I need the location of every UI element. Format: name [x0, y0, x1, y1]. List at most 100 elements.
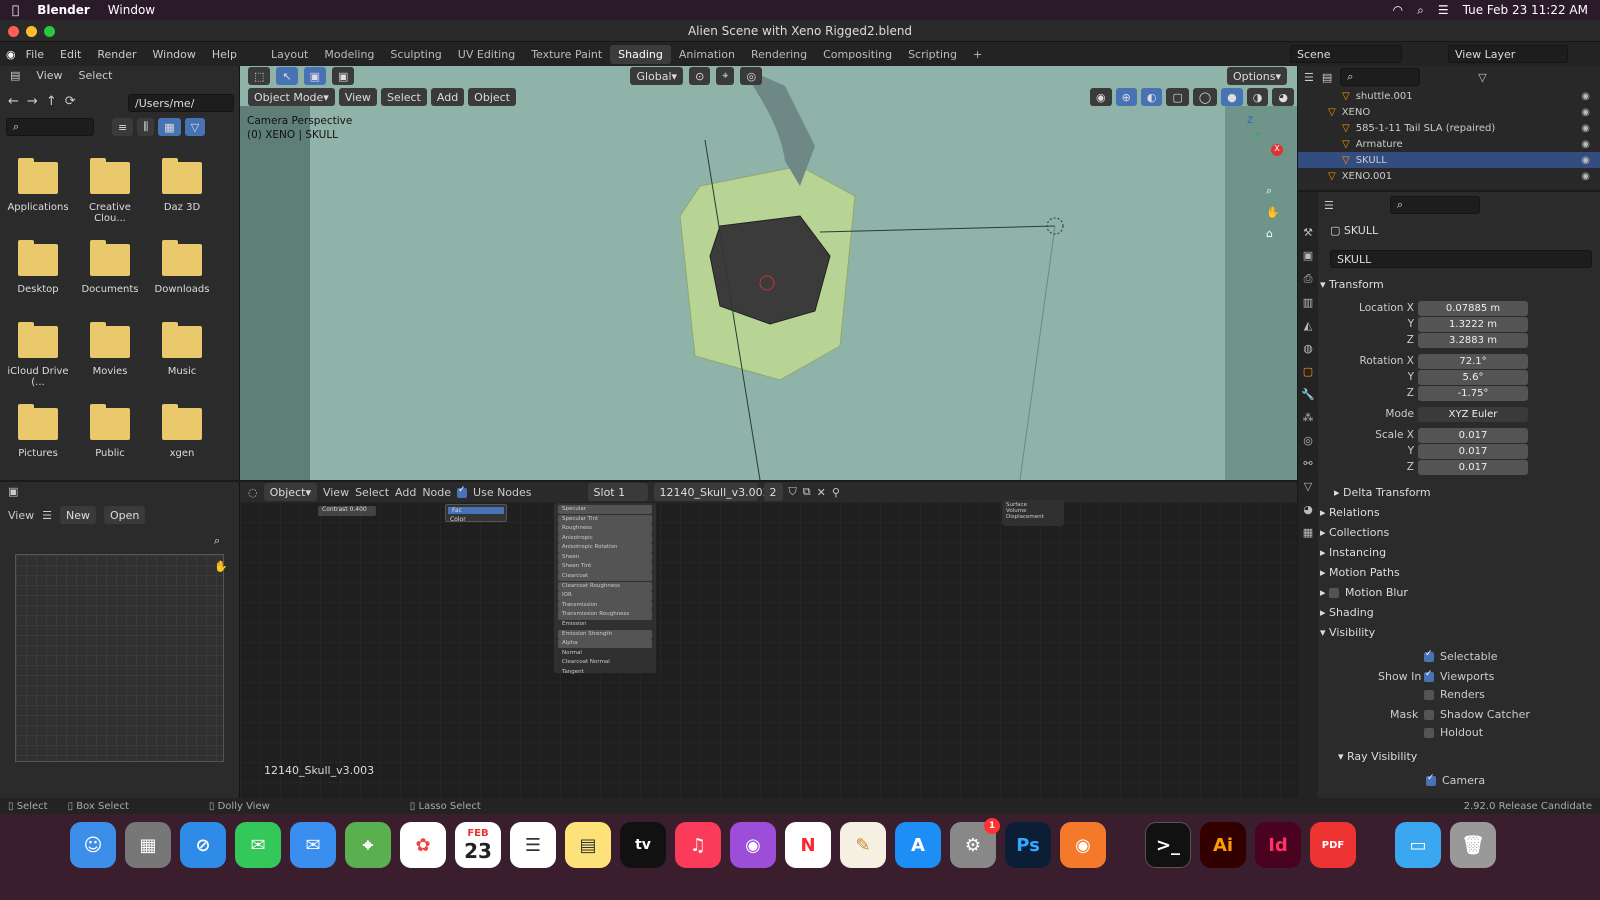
xray-icon[interactable]: ▢: [1166, 88, 1189, 106]
close-window-button[interactable]: [8, 26, 19, 37]
outliner-item[interactable]: ▽ 585-1-11 Tail SLA (repaired) ◉: [1298, 120, 1600, 136]
path-field[interactable]: /Users/me/: [128, 94, 234, 112]
collections-panel[interactable]: ▸ Collections: [1320, 526, 1389, 539]
fake-user-icon[interactable]: ⛉: [789, 485, 797, 499]
shader-type-dropdown[interactable]: Object ▾: [263, 483, 317, 501]
editor-type-icon[interactable]: ☰: [1324, 199, 1334, 212]
zoom-icon[interactable]: ⌕: [214, 534, 220, 548]
motion-blur-checkbox[interactable]: [1329, 588, 1340, 598]
viewports-checkbox[interactable]: Viewports: [1424, 669, 1494, 683]
viewport-view-menu[interactable]: View: [338, 88, 377, 106]
wifi-icon[interactable]: ◠: [1393, 3, 1403, 17]
node-select-menu[interactable]: Select: [355, 486, 389, 499]
filter-icon[interactable]: ▽: [1478, 71, 1486, 84]
app-store-icon[interactable]: A: [895, 822, 941, 868]
bsdf-input-row[interactable]: Anisotropic: [558, 533, 652, 544]
texture-tab-icon[interactable]: ▦: [1303, 526, 1313, 539]
outliner-search-input[interactable]: ⌕: [1340, 68, 1421, 86]
menubar-app-name[interactable]: Blender: [37, 3, 90, 17]
menu-help[interactable]: Help: [212, 48, 237, 61]
pan-hand-icon[interactable]: ✋: [214, 560, 228, 573]
principled-bsdf-node[interactable]: Specular Specular Tint Roughness Anisotropi…: [553, 502, 657, 675]
downloads-stack-icon[interactable]: ▭: [1395, 822, 1441, 868]
folder-item[interactable]: Creative Clou...: [74, 158, 146, 224]
camera-ray-checkbox[interactable]: Camera: [1426, 773, 1485, 787]
pan-hand-icon[interactable]: ✋: [1266, 206, 1280, 219]
folder-item[interactable]: Downloads: [146, 240, 218, 295]
menubar-clock[interactable]: Tue Feb 23 11:22 AM: [1463, 3, 1588, 17]
pivot-icon[interactable]: ⊙: [689, 67, 711, 85]
tab-uv-editing[interactable]: UV Editing: [450, 45, 523, 64]
apple-tv-icon[interactable]: tv: [620, 822, 666, 868]
news-icon[interactable]: N: [785, 822, 831, 868]
minimize-window-button[interactable]: [26, 26, 37, 37]
visibility-eye-icon[interactable]: ◉: [1581, 171, 1590, 182]
podcasts-icon[interactable]: ◉: [730, 822, 776, 868]
folder-item[interactable]: Music: [146, 322, 218, 377]
viewport-object-menu[interactable]: Object: [468, 88, 516, 106]
mail-icon[interactable]: ✉: [290, 822, 336, 868]
folder-item[interactable]: Applications: [2, 158, 74, 213]
pages-icon[interactable]: ✎: [840, 822, 886, 868]
messages-icon[interactable]: ✉: [235, 822, 281, 868]
bsdf-input-row[interactable]: IOR: [558, 591, 652, 601]
folder-item[interactable]: Public: [74, 404, 146, 459]
scale-y-field[interactable]: 0.017: [1418, 443, 1528, 459]
wireframe-shading-icon[interactable]: ◯: [1192, 88, 1218, 106]
editor-type-icon[interactable]: ▤: [10, 69, 20, 82]
gizmo-z-axis[interactable]: Z: [1247, 116, 1253, 126]
selectable-checkbox[interactable]: Selectable: [1424, 649, 1497, 663]
zoom-icon[interactable]: ⌕: [1266, 184, 1280, 198]
bsdf-input-row[interactable]: Transmission: [558, 600, 652, 611]
rotation-x-field[interactable]: 72.1°: [1418, 353, 1528, 369]
render-tab-icon[interactable]: ▣: [1303, 249, 1313, 262]
pdf-expert-icon[interactable]: PDF: [1310, 822, 1356, 868]
photos-icon[interactable]: ✿: [400, 822, 446, 868]
control-center-icon[interactable]: ☰: [1438, 3, 1449, 17]
filter-search-input[interactable]: ⌕: [6, 118, 94, 136]
menu-edit[interactable]: Edit: [60, 48, 81, 61]
3d-viewport[interactable]: ⬚ ↖ ▣ ▣ Global ▾ ⊙ ⌖ ◎ Options ▾ Object …: [240, 66, 1297, 480]
menu-window[interactable]: Window: [153, 48, 196, 61]
outliner-item[interactable]: ▽ shuttle.001 ◉: [1298, 88, 1600, 104]
pin-icon[interactable]: ⚲: [832, 486, 840, 499]
hamburger-icon[interactable]: ☰: [42, 509, 52, 522]
folder-item[interactable]: Pictures: [2, 404, 74, 459]
list-vertical-icon[interactable]: ≡: [112, 118, 134, 136]
editor-type-icon[interactable]: ⬚: [248, 67, 271, 85]
filter-icon[interactable]: ▽: [184, 118, 206, 136]
camera-view-icon[interactable]: ⌂: [1266, 227, 1280, 240]
tab-rendering[interactable]: Rendering: [743, 45, 815, 64]
rendered-shading-icon[interactable]: ◕: [1272, 88, 1294, 106]
output-tab-icon[interactable]: ⎙: [1304, 272, 1313, 286]
back-arrow-icon[interactable]: ←: [8, 94, 19, 109]
tab-sculpting[interactable]: Sculpting: [382, 45, 449, 64]
delta-transform-panel[interactable]: ▸ Delta Transform: [1334, 486, 1431, 499]
visibility-eye-icon[interactable]: ◉: [1581, 91, 1590, 102]
node-node-menu[interactable]: Node: [422, 486, 451, 499]
relations-panel[interactable]: ▸ Relations: [1320, 506, 1380, 519]
bsdf-input-row[interactable]: Alpha: [558, 639, 652, 649]
music-icon[interactable]: ♫: [675, 822, 721, 868]
navigation-gizmo[interactable]: Z Y X: [1225, 116, 1285, 176]
contrast-node[interactable]: Contrast 0.400: [318, 506, 376, 516]
calendar-icon[interactable]: FEB 23: [455, 822, 501, 868]
indesign-icon[interactable]: Id: [1255, 822, 1301, 868]
parent-dir-icon[interactable]: ↑: [46, 94, 57, 109]
editor-type-icon[interactable]: ▣: [8, 485, 18, 498]
material-selector[interactable]: 12140_Skull_v3.003: [653, 483, 770, 501]
folder-item[interactable]: iCloud Drive (...: [2, 322, 74, 388]
unlink-material-icon[interactable]: ✕: [817, 486, 826, 499]
holdout-checkbox[interactable]: Holdout: [1424, 726, 1483, 739]
editor-type-icon[interactable]: ◌: [248, 486, 258, 499]
rotation-z-field[interactable]: -1.75°: [1418, 385, 1528, 401]
shading-panel[interactable]: ▸ Shading: [1320, 606, 1374, 619]
duplicate-material-icon[interactable]: ⧉: [803, 485, 811, 499]
viewport-select-menu[interactable]: Select: [380, 88, 427, 106]
ray-visibility-panel[interactable]: ▾ Ray Visibility: [1338, 750, 1417, 763]
instancing-panel[interactable]: ▸ Instancing: [1320, 546, 1386, 559]
transform-panel-header[interactable]: ▾ Transform: [1320, 278, 1384, 291]
image-canvas[interactable]: [15, 554, 224, 762]
illustrator-icon[interactable]: Ai: [1200, 822, 1246, 868]
outliner-item[interactable]: ▽ XENO ◉: [1298, 104, 1600, 120]
